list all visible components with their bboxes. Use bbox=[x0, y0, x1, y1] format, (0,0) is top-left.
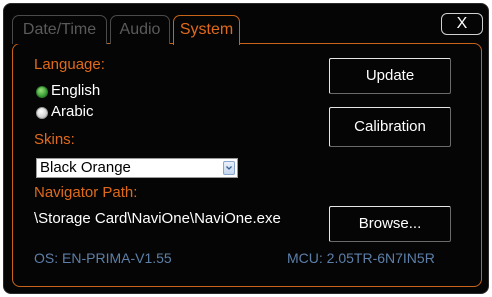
radio-unselected-icon[interactable] bbox=[36, 107, 48, 119]
mcu-version: MCU: 2.05TR-6N7IN5R bbox=[287, 250, 435, 266]
dropdown-arrow[interactable] bbox=[223, 161, 235, 175]
navigator-path-label: Navigator Path: bbox=[34, 184, 138, 201]
tab-system[interactable]: System bbox=[173, 15, 240, 45]
calibration-button[interactable]: Calibration bbox=[329, 107, 451, 147]
os-version: OS: EN-PRIMA-V1.55 bbox=[34, 250, 172, 266]
settings-window: Date/Time Audio System X Language: Engli… bbox=[3, 3, 489, 294]
tab-audio[interactable]: Audio bbox=[110, 15, 170, 44]
close-button[interactable]: X bbox=[441, 13, 483, 35]
skins-label: Skins: bbox=[34, 131, 75, 148]
radio-selected-icon[interactable] bbox=[36, 86, 48, 98]
update-button[interactable]: Update bbox=[329, 58, 451, 94]
skins-selected-value: Black Orange bbox=[40, 159, 131, 176]
language-option-label: Arabic bbox=[51, 103, 94, 120]
browse-button[interactable]: Browse... bbox=[329, 206, 451, 242]
chevron-down-icon bbox=[226, 166, 232, 170]
language-option-label: English bbox=[51, 82, 101, 99]
active-tab-joint bbox=[174, 42, 239, 45]
skins-dropdown[interactable]: Black Orange bbox=[36, 158, 238, 178]
tab-date-time[interactable]: Date/Time bbox=[12, 15, 107, 44]
navigator-path-value: \Storage Card\NaviOne\NaviOne.exe bbox=[34, 210, 281, 227]
language-label: Language: bbox=[34, 56, 105, 73]
